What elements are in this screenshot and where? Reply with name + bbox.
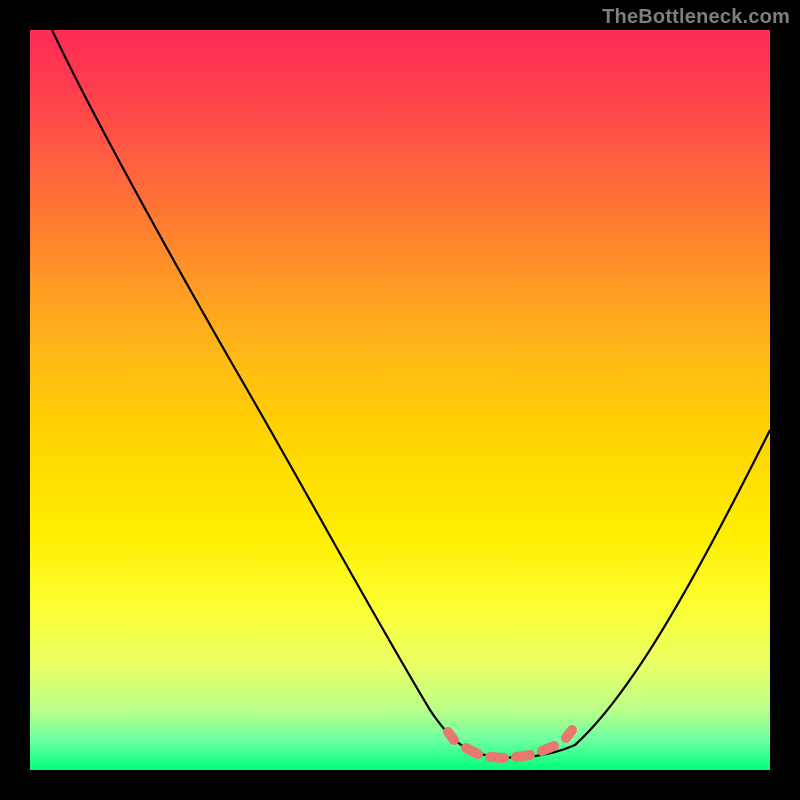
chart-container: TheBottleneck.com bbox=[0, 0, 800, 800]
optimal-range-marker bbox=[448, 730, 572, 758]
bottleneck-curve bbox=[52, 30, 770, 758]
plot-area bbox=[30, 30, 770, 770]
watermark-text: TheBottleneck.com bbox=[602, 6, 790, 29]
curve-layer bbox=[30, 30, 770, 770]
